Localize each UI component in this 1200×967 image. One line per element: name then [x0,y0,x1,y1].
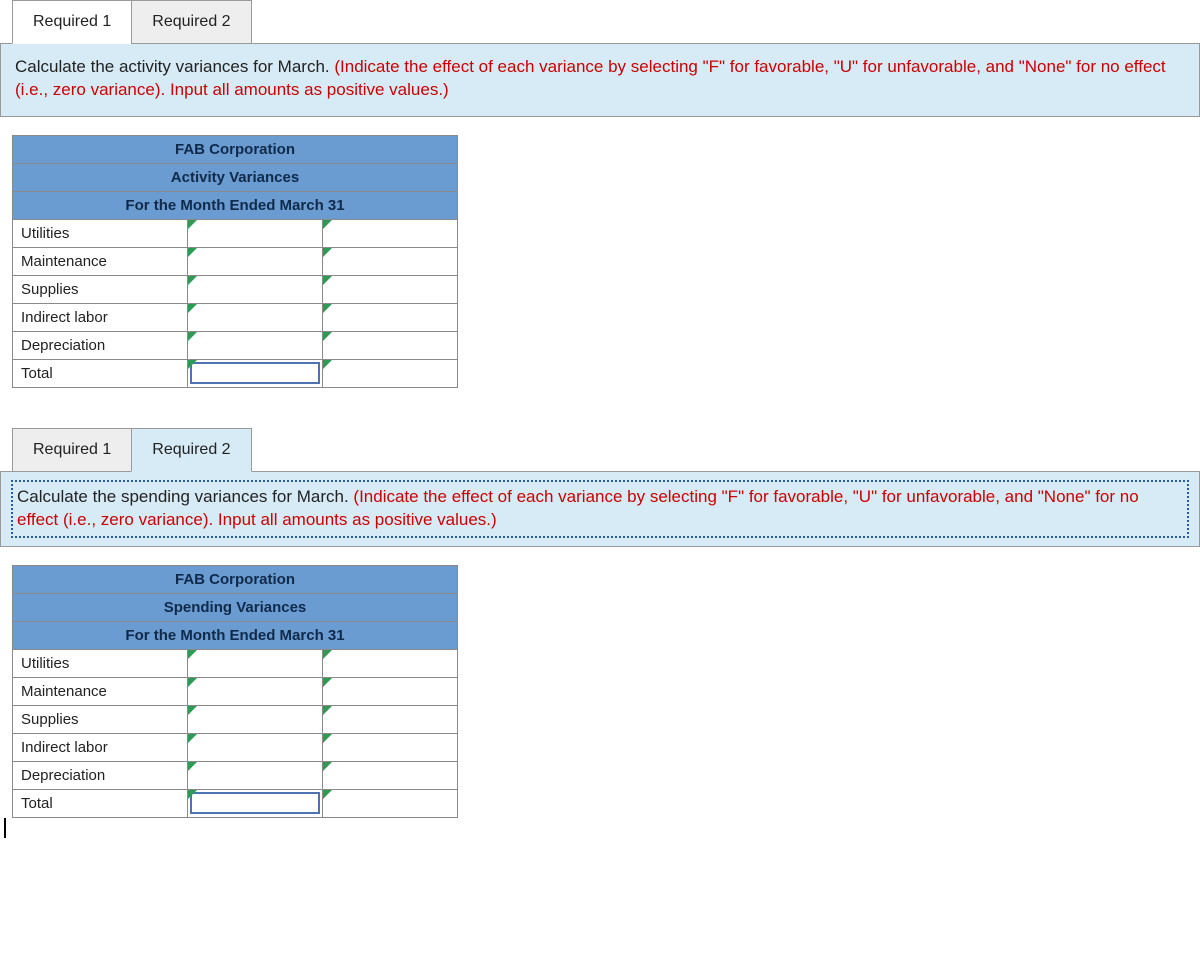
row-label: Total [13,789,188,817]
corner-icon [188,650,197,659]
effect-input[interactable] [323,649,458,677]
corner-icon [323,276,332,285]
table-row: Maintenance [13,247,458,275]
total-amount[interactable] [188,789,323,817]
table-row: Utilities [13,219,458,247]
effect-input[interactable] [323,359,458,387]
amount-input[interactable] [188,331,323,359]
row-label: Utilities [13,649,188,677]
instruction-text: Calculate the spending variances for Mar… [17,487,353,506]
table-row-total: Total [13,359,458,387]
corner-icon [323,220,332,229]
amount-input[interactable] [188,219,323,247]
effect-input[interactable] [323,247,458,275]
effect-input[interactable] [323,761,458,789]
table-header-corp: FAB Corporation [13,135,458,163]
corner-icon [323,332,332,341]
instructions: Calculate the spending variances for Mar… [0,471,1200,547]
table-header-title: Spending Variances [13,593,458,621]
instructions-selection: Calculate the spending variances for Mar… [11,480,1189,538]
effect-input[interactable] [323,705,458,733]
table-row: Depreciation [13,761,458,789]
table-row-total: Total [13,789,458,817]
tab-required-2[interactable]: Required 2 [131,428,251,472]
corner-icon [323,762,332,771]
activity-variances-table: FAB Corporation Activity Variances For t… [12,135,458,388]
table-header-title: Activity Variances [13,163,458,191]
corner-icon [188,706,197,715]
section-required-2: Required 1 Required 2 Calculate the spen… [0,428,1200,818]
row-label: Depreciation [13,761,188,789]
table-row: Indirect labor [13,303,458,331]
amount-input[interactable] [188,649,323,677]
corner-icon [188,304,197,313]
amount-input[interactable] [188,303,323,331]
table-header-corp: FAB Corporation [13,565,458,593]
text-cursor [4,818,6,838]
effect-input[interactable] [323,275,458,303]
row-label: Indirect labor [13,303,188,331]
amount-input[interactable] [188,733,323,761]
row-label: Depreciation [13,331,188,359]
amount-input[interactable] [188,705,323,733]
table-row: Indirect labor [13,733,458,761]
instructions: Calculate the activity variances for Mar… [0,43,1200,117]
corner-icon [323,790,332,799]
corner-icon [323,650,332,659]
row-label: Supplies [13,705,188,733]
tab-required-1[interactable]: Required 1 [12,0,132,44]
effect-input[interactable] [323,733,458,761]
corner-icon [323,304,332,313]
corner-icon [323,360,332,369]
amount-input[interactable] [188,677,323,705]
row-label: Maintenance [13,247,188,275]
section-required-1: Required 1 Required 2 Calculate the acti… [0,0,1200,388]
corner-icon [188,360,197,369]
amount-input[interactable] [188,275,323,303]
tab-required-1[interactable]: Required 1 [12,428,132,472]
corner-icon [188,332,197,341]
corner-icon [323,734,332,743]
table-row: Utilities [13,649,458,677]
effect-input[interactable] [323,303,458,331]
spending-variances-table: FAB Corporation Spending Variances For t… [12,565,458,818]
effect-input[interactable] [323,677,458,705]
table-header-period: For the Month Ended March 31 [13,621,458,649]
table-header-period: For the Month Ended March 31 [13,191,458,219]
amount-input[interactable] [188,247,323,275]
tabs: Required 1 Required 2 [12,428,1200,472]
row-label: Total [13,359,188,387]
corner-icon [323,248,332,257]
table-row: Supplies [13,705,458,733]
row-label: Maintenance [13,677,188,705]
corner-icon [323,678,332,687]
instruction-text: Calculate the activity variances for Mar… [15,57,334,76]
corner-icon [188,248,197,257]
table-row: Maintenance [13,677,458,705]
corner-icon [323,706,332,715]
row-label: Indirect labor [13,733,188,761]
amount-input[interactable] [188,761,323,789]
table-row: Supplies [13,275,458,303]
row-label: Supplies [13,275,188,303]
total-amount[interactable] [188,359,323,387]
tab-required-2[interactable]: Required 2 [131,0,251,44]
corner-icon [188,790,197,799]
table-row: Depreciation [13,331,458,359]
row-label: Utilities [13,219,188,247]
tabs: Required 1 Required 2 [12,0,1200,44]
corner-icon [188,678,197,687]
corner-icon [188,276,197,285]
corner-icon [188,220,197,229]
effect-input[interactable] [323,219,458,247]
effect-input[interactable] [323,789,458,817]
corner-icon [188,734,197,743]
effect-input[interactable] [323,331,458,359]
corner-icon [188,762,197,771]
